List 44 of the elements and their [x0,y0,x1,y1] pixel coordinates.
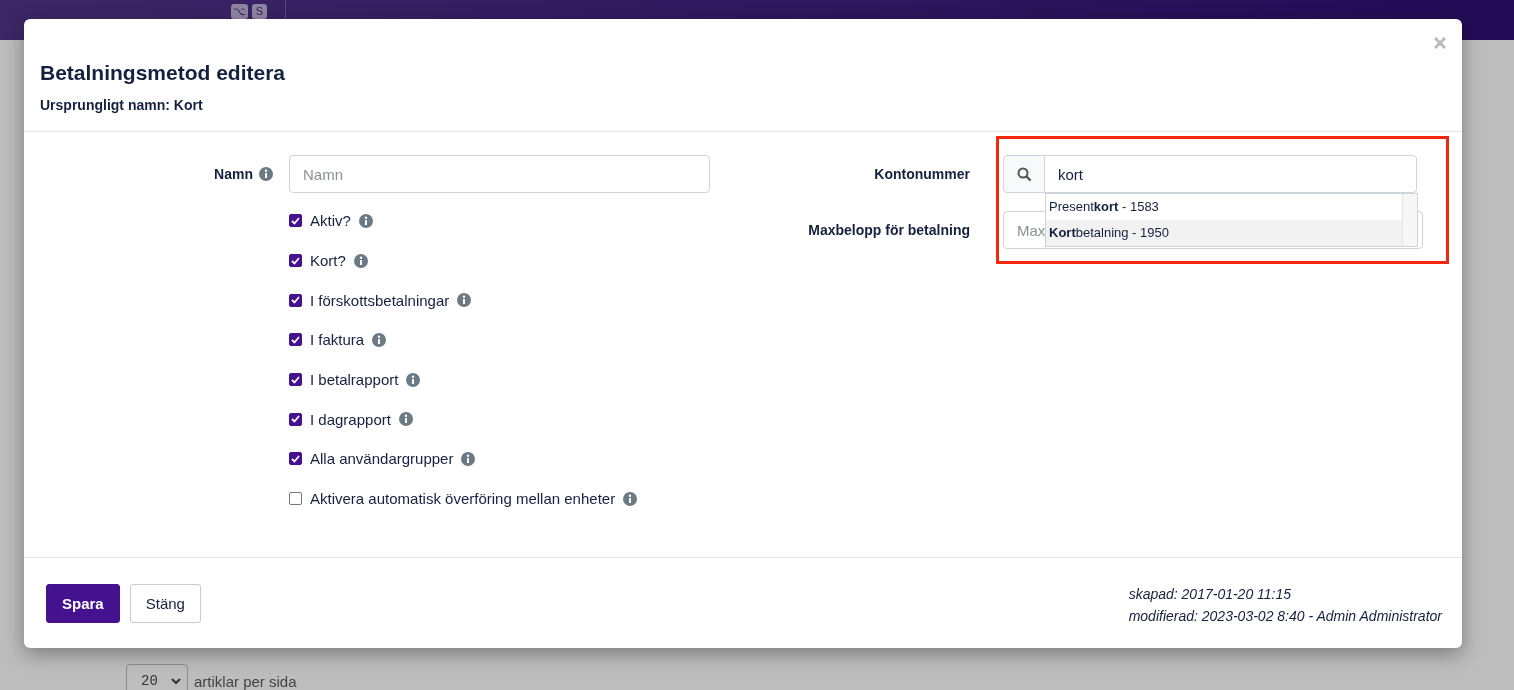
checkbox-label: I betalrapport [310,371,399,389]
chevron-down-icon [171,677,181,685]
close-button[interactable]: Stäng [129,583,201,623]
suggestion-item[interactable]: Kortbetalning - 1950 [1046,220,1402,246]
checkbox-label: Aktivera automatisk överföring mellan enheter [310,490,616,508]
field-label: Kontonummer [874,166,970,182]
info-icon [461,451,476,466]
info-icon [259,167,273,181]
field-label: Namn [214,166,253,182]
name-field[interactable]: Namn [289,155,710,193]
info-icon [358,213,373,228]
shortcut-key: ⌥ [231,4,248,19]
checkbox-label: I dagrapport [310,410,391,428]
info-icon [398,412,413,427]
info-icon [353,253,368,268]
info-icon [623,491,638,506]
modified-timestamp: modifierad: 2023-03-02 8:40 - Admin Administrator [1128,607,1442,626]
checkbox-label: I faktura [310,331,365,349]
page-size-select[interactable]: 20 [126,664,188,690]
save-button[interactable]: Spara [46,583,120,623]
checkbox-label: Aktiv? [310,212,351,230]
suggestion-item[interactable]: Presentkort - 1583 [1046,194,1402,220]
info-icon [457,293,472,308]
checkbox[interactable] [289,452,302,466]
search-icon [1003,155,1045,193]
checkbox[interactable] [289,412,302,426]
checkbox[interactable] [289,373,302,387]
original-name: Ursprungligt namn: Kort [40,97,204,113]
shortcut-key: S [252,4,267,19]
checkbox[interactable] [289,254,302,268]
dialog-title: Betalningsmetod editera [40,61,287,85]
checkbox-label: I förskottsbetalningar [310,291,450,309]
page-size-label: artiklar per sida [194,672,297,690]
checkbox[interactable] [289,333,302,347]
checkbox-label: Kort? [310,252,346,270]
info-icon [372,332,387,347]
checkbox[interactable] [289,293,302,307]
created-timestamp: skapad: 2017-01-20 11:15 [1128,585,1293,604]
field-label: Maxbelopp för betalning [808,222,970,238]
checkbox-label: Alla användargrupper [310,450,454,468]
checkbox[interactable] [289,214,302,228]
checkbox[interactable] [289,492,302,506]
info-icon [406,372,421,387]
account-search-field[interactable]: kort [1044,155,1417,193]
